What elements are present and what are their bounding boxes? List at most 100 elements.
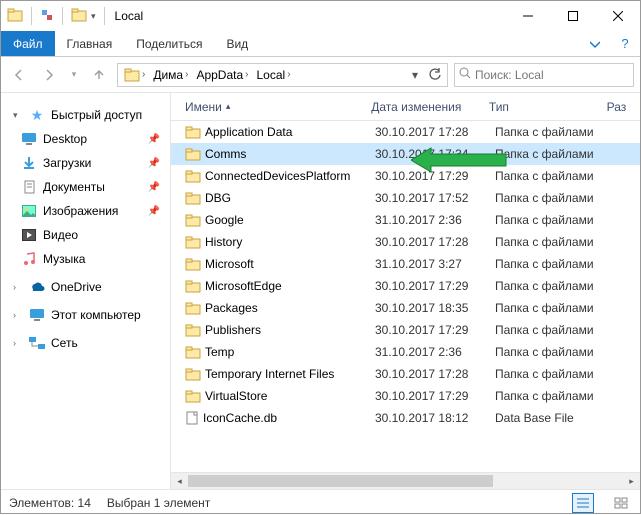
- sidebar-this-pc[interactable]: › Этот компьютер: [1, 303, 170, 327]
- file-date: 30.10.2017 17:28: [369, 125, 489, 139]
- maximize-button[interactable]: [550, 1, 595, 31]
- sidebar-label: Сеть: [51, 336, 78, 350]
- qat-properties-icon[interactable]: [40, 8, 54, 25]
- file-type: Папка с файлами: [489, 147, 609, 161]
- recent-dropdown-icon[interactable]: ▾: [67, 63, 81, 87]
- file-row[interactable]: Application Data30.10.2017 17:28Папка с …: [171, 121, 640, 143]
- close-button[interactable]: [595, 1, 640, 31]
- file-date: 30.10.2017 17:29: [369, 279, 489, 293]
- sidebar-item-music[interactable]: Музыка: [1, 247, 170, 271]
- file-type: Папка с файлами: [489, 301, 609, 315]
- file-row[interactable]: Microsoft31.10.2017 3:27Папка с файлами: [171, 253, 640, 275]
- breadcrumb-label: Local: [257, 68, 286, 82]
- sidebar-label: Быстрый доступ: [51, 108, 142, 122]
- search-icon: [459, 67, 471, 82]
- column-header-size[interactable]: Раз: [601, 100, 640, 114]
- file-list[interactable]: Application Data30.10.2017 17:28Папка с …: [171, 121, 640, 472]
- scroll-thumb[interactable]: [188, 475, 493, 487]
- videos-icon: [21, 227, 37, 243]
- folder-icon: [185, 301, 201, 315]
- status-item-count: Элементов: 14: [9, 496, 91, 510]
- column-header-name[interactable]: Имени ▴: [179, 100, 365, 114]
- file-type: Папка с файлами: [489, 213, 609, 227]
- file-row[interactable]: VirtualStore30.10.2017 17:29Папка с файл…: [171, 385, 640, 407]
- view-icons-button[interactable]: [610, 493, 632, 513]
- scroll-left-icon[interactable]: ◂: [171, 473, 188, 490]
- pin-icon: 📌: [148, 206, 160, 217]
- file-row[interactable]: DBG30.10.2017 17:52Папка с файлами: [171, 187, 640, 209]
- file-name: Comms: [205, 147, 246, 161]
- back-button[interactable]: [7, 63, 31, 87]
- qat-folder-icon[interactable]: [71, 7, 87, 26]
- file-row[interactable]: Publishers30.10.2017 17:29Папка с файлам…: [171, 319, 640, 341]
- file-name: Microsoft: [205, 257, 254, 271]
- sidebar-label: Документы: [43, 180, 105, 194]
- file-row[interactable]: ConnectedDevicesPlatform30.10.2017 17:29…: [171, 165, 640, 187]
- ribbon-tab-home[interactable]: Главная: [55, 31, 125, 56]
- file-row[interactable]: Google 31.10.2017 2:36Папка с файлами: [171, 209, 640, 231]
- refresh-button[interactable]: [425, 68, 445, 81]
- minimize-button[interactable]: [505, 1, 550, 31]
- sidebar-item-videos[interactable]: Видео: [1, 223, 170, 247]
- file-name: IconCache.db: [203, 411, 277, 425]
- sidebar-onedrive[interactable]: › OneDrive: [1, 275, 170, 299]
- file-name: History: [205, 235, 242, 249]
- file-row[interactable]: History30.10.2017 17:28Папка с файлами: [171, 231, 640, 253]
- folder-icon: [185, 147, 201, 161]
- file-date: 30.10.2017 17:29: [369, 169, 489, 183]
- sidebar-label: Видео: [43, 228, 78, 242]
- column-header-date[interactable]: Дата изменения: [365, 100, 483, 114]
- file-row[interactable]: Comms30.10.2017 17:34Папка с файлами: [171, 143, 640, 165]
- file-row[interactable]: MicrosoftEdge30.10.2017 17:29Папка с фай…: [171, 275, 640, 297]
- title-bar: ▾ Local: [1, 1, 640, 31]
- file-date: 30.10.2017 17:28: [369, 367, 489, 381]
- ribbon-tab-view[interactable]: Вид: [214, 31, 260, 56]
- horizontal-scrollbar[interactable]: ◂ ▸: [171, 472, 640, 489]
- sidebar-item-desktop[interactable]: Desktop 📌: [1, 127, 170, 151]
- file-name: Packages: [205, 301, 258, 315]
- sidebar-label: Этот компьютер: [51, 308, 141, 322]
- view-details-button[interactable]: [572, 493, 594, 513]
- sidebar-network[interactable]: › Сеть: [1, 331, 170, 355]
- navigation-bar: ▾ › Дима› AppData› Local› ▾ Поиск: Local: [1, 57, 640, 93]
- ribbon-help-icon[interactable]: ?: [610, 31, 640, 56]
- file-type: Папка с файлами: [489, 367, 609, 381]
- breadcrumb-item[interactable]: AppData›: [192, 68, 252, 82]
- up-button[interactable]: [87, 63, 111, 87]
- file-date: 30.10.2017 17:29: [369, 323, 489, 337]
- file-row[interactable]: Temp31.10.2017 2:36Папка с файлами: [171, 341, 640, 363]
- address-bar[interactable]: › Дима› AppData› Local› ▾: [117, 63, 448, 87]
- ribbon-tab-share[interactable]: Поделиться: [124, 31, 214, 56]
- sidebar-item-pictures[interactable]: Изображения 📌: [1, 199, 170, 223]
- window-title: Local: [115, 9, 144, 23]
- breadcrumb-item[interactable]: Дима›: [149, 68, 192, 82]
- sidebar-item-downloads[interactable]: Загрузки 📌: [1, 151, 170, 175]
- file-name: Application Data: [205, 125, 292, 139]
- file-name: VirtualStore: [205, 389, 267, 403]
- breadcrumb-item[interactable]: Local›: [253, 68, 295, 82]
- file-date: 30.10.2017 17:29: [369, 389, 489, 403]
- breadcrumb-root-icon[interactable]: ›: [120, 67, 149, 83]
- file-type: Папка с файлами: [489, 279, 609, 293]
- sidebar-item-documents[interactable]: Документы 📌: [1, 175, 170, 199]
- ribbon-expand-icon[interactable]: [580, 31, 610, 56]
- file-date: 31.10.2017 2:36: [369, 213, 489, 227]
- onedrive-icon: [29, 279, 45, 295]
- folder-icon: [185, 169, 201, 183]
- file-name: Google: [205, 213, 244, 227]
- forward-button[interactable]: [37, 63, 61, 87]
- search-input[interactable]: Поиск: Local: [454, 63, 634, 87]
- pin-icon: 📌: [148, 134, 160, 145]
- file-date: 30.10.2017 18:12: [369, 411, 489, 425]
- sidebar-quick-access[interactable]: ▾ ★ Быстрый доступ: [1, 103, 170, 127]
- file-row[interactable]: Packages30.10.2017 18:35Папка с файлами: [171, 297, 640, 319]
- qat-dropdown-icon[interactable]: ▾: [91, 11, 96, 22]
- search-placeholder: Поиск: Local: [475, 68, 544, 82]
- address-dropdown-icon[interactable]: ▾: [405, 68, 425, 82]
- file-row[interactable]: IconCache.db30.10.2017 18:12Data Base Fi…: [171, 407, 640, 429]
- folder-icon: [185, 323, 201, 337]
- file-row[interactable]: Temporary Internet Files30.10.2017 17:28…: [171, 363, 640, 385]
- ribbon-tab-file[interactable]: Файл: [1, 31, 55, 56]
- column-header-type[interactable]: Тип: [483, 100, 601, 114]
- scroll-right-icon[interactable]: ▸: [623, 473, 640, 490]
